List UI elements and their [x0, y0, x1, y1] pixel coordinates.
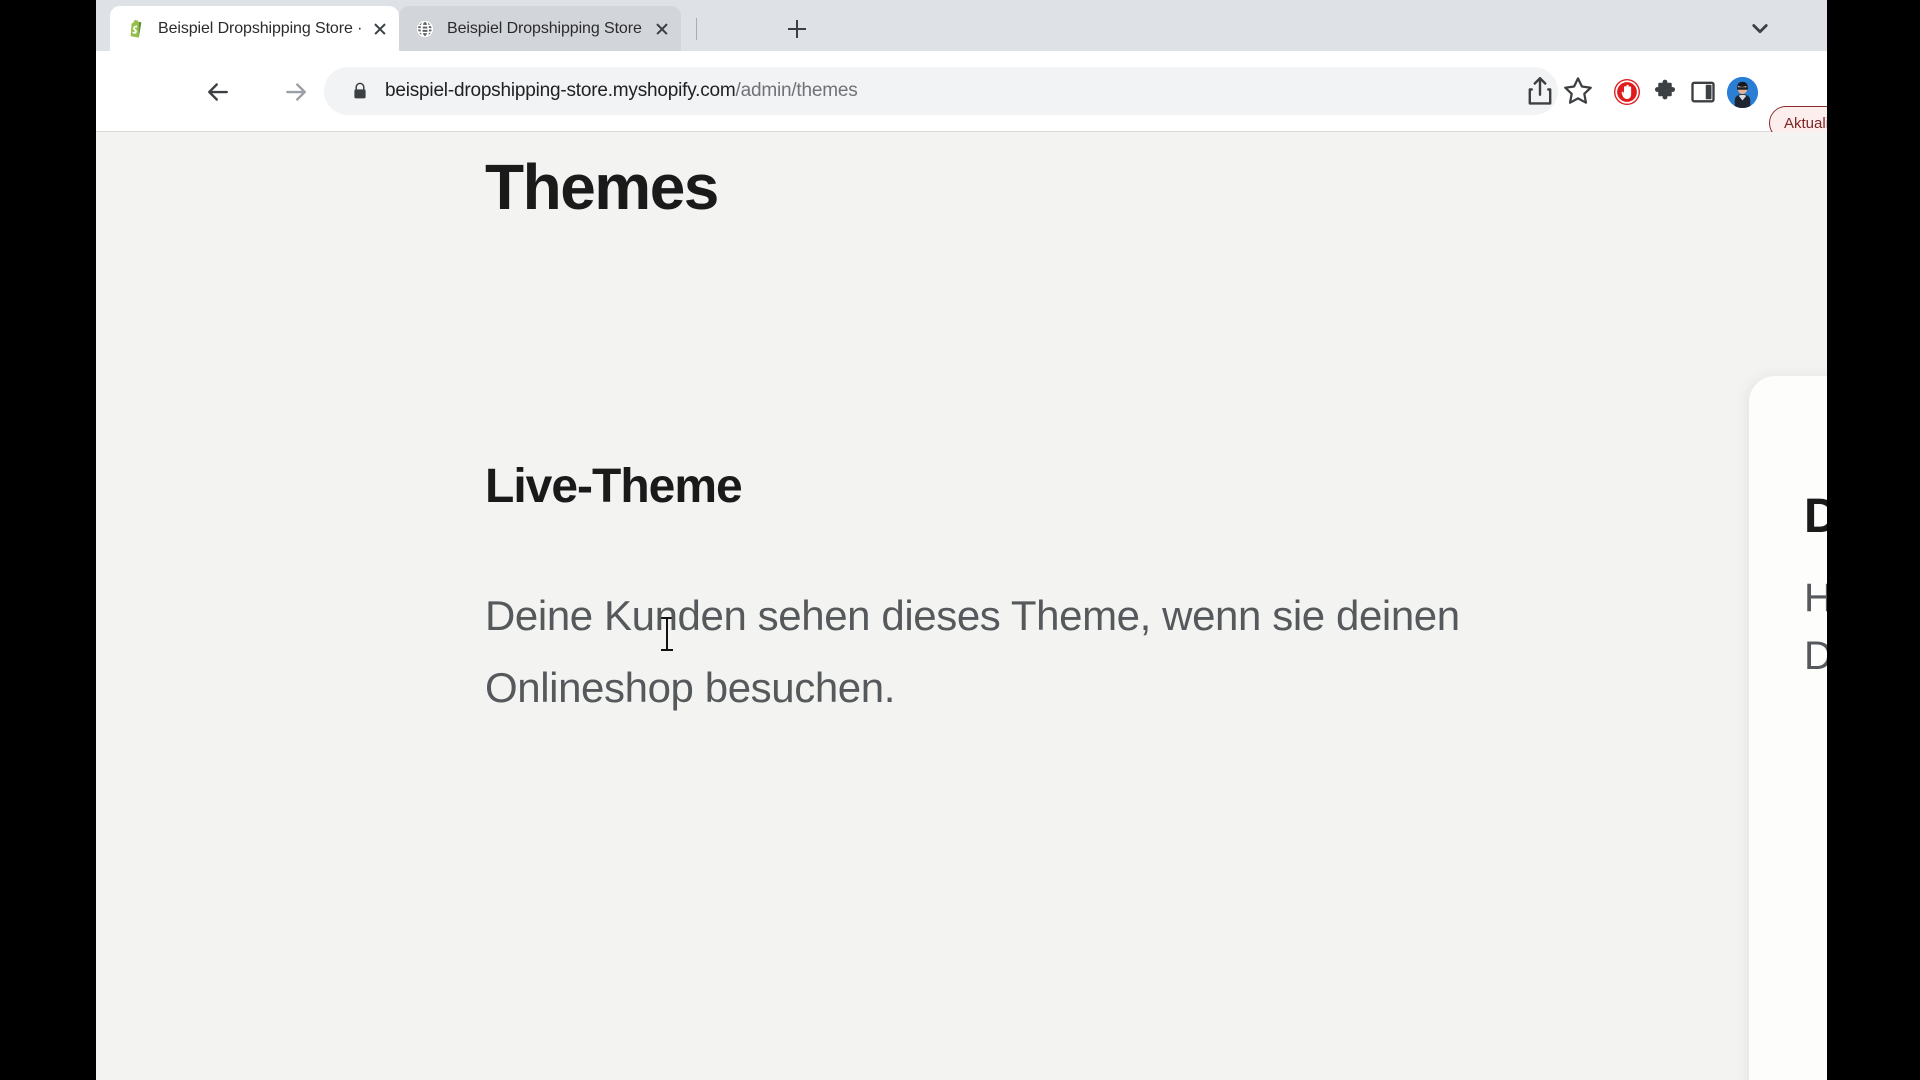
share-icon[interactable] [1522, 73, 1558, 109]
tab-title: Beispiel Dropshipping Store · T [158, 19, 365, 37]
theme-card-name: Dawn [1804, 490, 1827, 543]
arrow-right-icon[interactable] [281, 77, 311, 107]
tab-title: Beispiel Dropshipping Store [447, 19, 642, 37]
globe-icon [416, 20, 434, 37]
star-icon[interactable] [1560, 73, 1596, 109]
puzzle-piece-icon[interactable] [1650, 77, 1680, 107]
theme-card-meta-source: Dawn [1804, 634, 1827, 678]
live-theme-description: Deine Kunden sehen dieses Theme, wenn si… [485, 592, 1460, 711]
tab-storefront[interactable]: Beispiel Dropshipping Store [399, 6, 681, 51]
new-tab-button[interactable] [782, 14, 812, 44]
page-viewport: Themes Live-Theme Deine Kunden sehen die… [96, 132, 1827, 1080]
chevron-down-icon[interactable] [1745, 13, 1775, 43]
side-panel-icon[interactable] [1688, 77, 1718, 107]
screen: Beispiel Dropshipping Store · T Beispiel… [0, 0, 1920, 1080]
browser-toolbar: beispiel-dropshipping-store.myshopify.co… [96, 51, 1827, 140]
url-path: /admin/themes [735, 80, 858, 101]
avatar[interactable] [1727, 77, 1758, 108]
browser-window: Beispiel Dropshipping Store · T Beispiel… [96, 0, 1827, 1080]
url-text: beispiel-dropshipping-store.myshopify.co… [385, 80, 858, 102]
page-title: Themes [485, 151, 719, 223]
tab-shopify-admin[interactable]: Beispiel Dropshipping Store · T [110, 6, 399, 51]
adblock-icon[interactable] [1612, 77, 1642, 107]
close-icon[interactable] [367, 16, 393, 42]
tab-separator [696, 18, 697, 40]
live-theme-heading: Live-Theme [485, 460, 743, 513]
url-domain: beispiel-dropshipping-store.myshopify.co… [385, 80, 736, 101]
avatar-icon [1727, 77, 1758, 108]
shopify-bag-icon [130, 19, 142, 38]
lock-icon [354, 82, 366, 99]
close-icon[interactable] [649, 16, 675, 42]
update-button-label: Aktualisieren [1784, 114, 1827, 132]
arrow-left-icon[interactable] [203, 77, 233, 107]
theme-card-dawn[interactable]: Dawn Hinzugefügt Dawn [1749, 376, 1827, 1080]
theme-card-meta-added: Hinzugefügt [1804, 576, 1827, 620]
tab-strip: Beispiel Dropshipping Store · T Beispiel… [96, 0, 1827, 51]
address-bar[interactable]: beispiel-dropshipping-store.myshopify.co… [324, 67, 1558, 115]
